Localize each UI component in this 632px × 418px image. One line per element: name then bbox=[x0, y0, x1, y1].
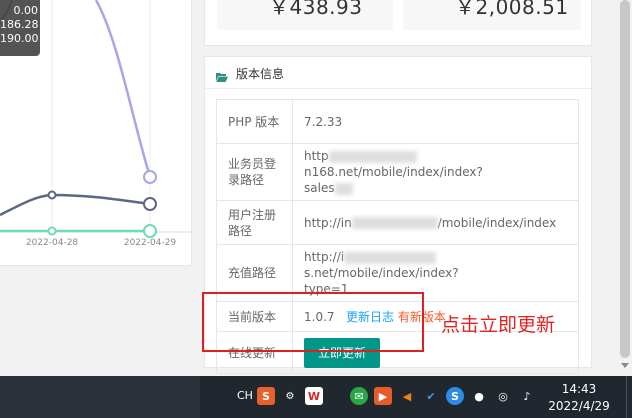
data-point-purple bbox=[143, 170, 157, 184]
table-row: 业务员登录路径 http n168.net/mobile/index/index?… bbox=[216, 143, 579, 201]
data-point-green bbox=[143, 224, 157, 238]
clock-date: 2022/4/29 bbox=[548, 399, 610, 413]
tooltip-value-2: 186.28 bbox=[0, 18, 39, 31]
card-title: 版本信息 bbox=[236, 67, 285, 81]
data-point-green bbox=[47, 226, 57, 236]
taskbar-clock[interactable]: 14:43 2022/4/29 bbox=[548, 381, 610, 415]
url-prefix: http://in bbox=[304, 215, 352, 230]
scrollbar-thumb[interactable] bbox=[620, 0, 630, 358]
url-suffix: /mobile/index/index bbox=[437, 215, 557, 230]
stat-value-1: ￥438.93 bbox=[269, 0, 363, 19]
ime-settings-icon[interactable]: ⚙ bbox=[281, 387, 299, 405]
line-chart-panel: 2022-04-28 2022-04-29 0.00 186.28 190.00 bbox=[0, 0, 192, 266]
screen: 2022-04-28 2022-04-29 0.00 186.28 190.00 … bbox=[0, 0, 632, 418]
data-point-slate bbox=[47, 190, 57, 200]
series-line-purple bbox=[94, 0, 152, 178]
wps-icon[interactable]: W bbox=[305, 387, 323, 405]
url-line2: sales bbox=[304, 181, 335, 195]
redacted-blur bbox=[344, 251, 437, 264]
annotation-text: 点击立即更新 bbox=[441, 314, 556, 336]
stat-card-2: ￥2,008.51 bbox=[403, 0, 581, 30]
card-header: 版本信息 bbox=[205, 57, 591, 89]
x-tick-label: 2022-04-28 bbox=[26, 238, 79, 248]
taskbar: CH S ⚙ W ✉ ▶ ◀ ✔ S ● ◎ ♪ 14:43 2022/4/29 bbox=[0, 376, 632, 418]
row-value: http://in/mobile/index/index bbox=[292, 200, 579, 245]
app-tray-icon[interactable]: ▶ bbox=[374, 387, 392, 405]
browser-icon[interactable]: S bbox=[446, 387, 464, 405]
language-indicator[interactable]: CH bbox=[237, 389, 253, 407]
speaker-icon[interactable]: ♪ bbox=[518, 387, 536, 405]
scroll-down-arrow-icon[interactable] bbox=[621, 363, 629, 368]
volume-icon[interactable]: ◀ bbox=[398, 387, 416, 405]
table-row: PHP 版本 7.2.33 bbox=[216, 99, 579, 144]
redacted-blur bbox=[334, 182, 353, 195]
row-key: PHP 版本 bbox=[216, 99, 293, 144]
row-value: http n168.net/mobile/index/index? sales bbox=[292, 143, 579, 201]
highlight-frame bbox=[202, 292, 424, 352]
clock-time: 14:43 bbox=[561, 382, 597, 396]
stat-value-2: ￥2,008.51 bbox=[455, 0, 569, 19]
url-suffix: s.net/mobile/index/index? bbox=[304, 266, 459, 280]
shield-icon[interactable]: ✔ bbox=[422, 387, 440, 405]
table-row: 用户注册路径 http://in/mobile/index/index bbox=[216, 200, 579, 245]
x-tick-label: 2022-04-29 bbox=[124, 238, 177, 248]
sogou-ime-icon[interactable]: S bbox=[257, 387, 275, 405]
stat-card-1: ￥438.93 bbox=[217, 0, 393, 30]
data-point-slate bbox=[143, 197, 157, 211]
row-key: 业务员登录路径 bbox=[216, 143, 293, 201]
tooltip-value-1: 0.00 bbox=[13, 4, 39, 17]
show-desktop-button[interactable] bbox=[626, 376, 632, 418]
tooltip-value-3: 190.00 bbox=[0, 32, 39, 45]
taskbar-apps-area bbox=[0, 376, 200, 418]
row-value: 7.2.33 bbox=[292, 99, 579, 144]
url-suffix: n168.net/mobile/index/index? bbox=[304, 165, 483, 179]
qq-icon[interactable]: ● bbox=[470, 387, 488, 405]
url-prefix: http bbox=[304, 149, 329, 163]
redacted-blur bbox=[328, 150, 417, 163]
folder-open-icon bbox=[216, 67, 228, 82]
wechat-icon[interactable]: ✉ bbox=[350, 387, 368, 405]
redacted-blur bbox=[351, 217, 438, 229]
series-line-slate bbox=[0, 193, 151, 217]
chart-tooltip: 0.00 186.28 190.00 bbox=[0, 0, 40, 56]
network-icon[interactable]: ◎ bbox=[494, 387, 512, 405]
url-prefix: http://i bbox=[304, 250, 345, 264]
row-key: 用户注册路径 bbox=[216, 200, 293, 245]
stats-panel: ￥438.93 ￥2,008.51 bbox=[204, 0, 592, 46]
